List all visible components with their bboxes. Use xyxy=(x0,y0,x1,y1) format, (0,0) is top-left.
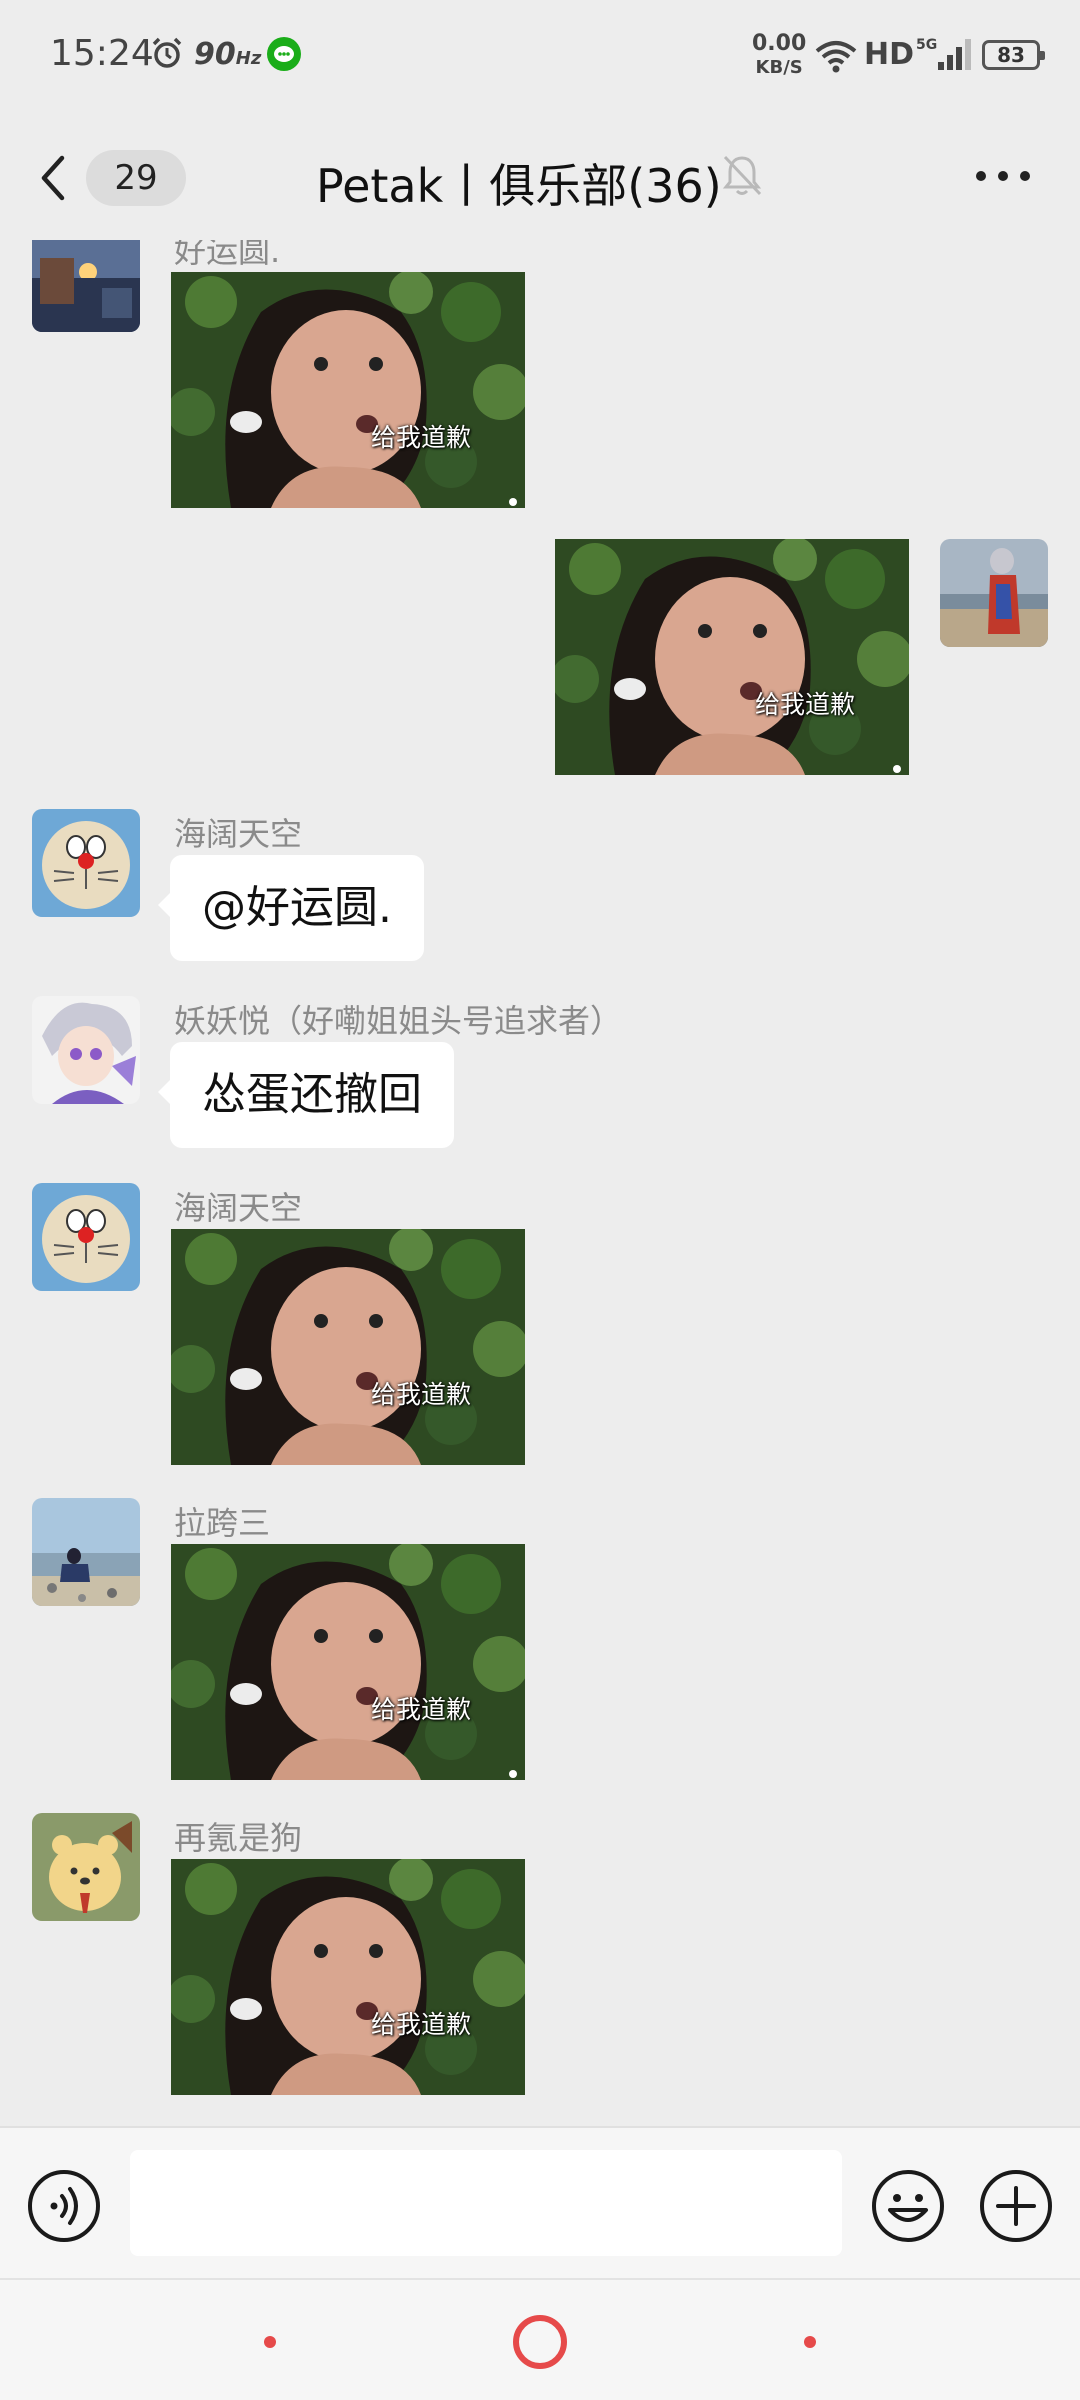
nav-back-button[interactable] xyxy=(804,2336,816,2348)
sender-name: 再氪是狗 xyxy=(174,1819,303,1857)
wechat-notification-icon xyxy=(267,37,301,71)
sticker-caption: 给我道歉 xyxy=(371,2010,472,2039)
sticker-photo xyxy=(171,1544,525,1780)
avatar-doraemon[interactable] xyxy=(32,809,140,917)
anime-avatar-image xyxy=(32,996,140,1104)
message-input[interactable] xyxy=(130,2150,842,2256)
doraemon-avatar-image xyxy=(32,809,140,917)
back-button[interactable]: 29 xyxy=(28,146,186,210)
beach-avatar-image xyxy=(32,1498,140,1606)
avatar-anime[interactable] xyxy=(32,996,140,1104)
more-functions-button[interactable] xyxy=(978,2168,1054,2244)
avatar-self[interactable] xyxy=(940,539,1048,647)
doraemon-avatar-image xyxy=(32,1183,140,1291)
wifi-icon xyxy=(815,41,857,73)
emoji-button[interactable] xyxy=(870,2168,946,2244)
back-arrow-icon xyxy=(41,155,65,201)
avatar-sunset[interactable] xyxy=(32,240,140,332)
avatar-doraemon[interactable] xyxy=(32,1183,140,1291)
battery-icon: 83 xyxy=(982,40,1045,70)
battery-level: 83 xyxy=(997,43,1025,67)
self-avatar-image xyxy=(940,539,1048,647)
signal-icon: 5G xyxy=(916,37,971,70)
sticker-photo xyxy=(171,272,525,508)
sticker-caption: 给我道歉 xyxy=(371,423,472,452)
status-bar: 15:24 90Hz 0.00 KB/S HD 5G 83 xyxy=(0,0,1080,110)
nav-home-button[interactable] xyxy=(513,2315,567,2369)
message-list[interactable]: 好运圆. 给我道歉 给我道歉 海阔天空 @好运圆. 妖妖悦（好嘞姐姐头号追求者）… xyxy=(0,240,1080,2126)
play-dot xyxy=(893,765,901,773)
play-dot xyxy=(509,498,517,506)
sender-name: 拉跨三 xyxy=(174,1504,271,1542)
sticker-photo xyxy=(555,539,909,775)
net-speed: 0.00 KB/S xyxy=(752,31,807,79)
bear-avatar-image xyxy=(32,1813,140,1921)
sticker-image[interactable]: 给我道歉 xyxy=(171,272,525,508)
chat-title: Petak丨俱乐部(36) xyxy=(316,159,722,213)
alarm-icon xyxy=(152,37,182,68)
sticker-image[interactable]: 给我道歉 xyxy=(171,1544,525,1780)
sticker-photo xyxy=(171,1859,525,2095)
play-dot xyxy=(509,1770,517,1778)
sticker-image[interactable]: 给我道歉 xyxy=(171,1859,525,2095)
network-type: 5G xyxy=(916,37,937,53)
text-bubble[interactable]: 怂蛋还撤回 xyxy=(158,1042,454,1148)
sticker-photo xyxy=(171,1229,525,1465)
sender-name: 海阔天空 xyxy=(174,1189,303,1227)
sticker-caption: 给我道歉 xyxy=(371,1695,472,1724)
sender-name: 海阔天空 xyxy=(174,815,303,853)
status-time: 15:24 xyxy=(50,33,154,74)
network-hd-label: HD xyxy=(864,37,915,72)
refresh-rate: 90Hz xyxy=(194,37,262,72)
sticker-image[interactable]: 给我道歉 xyxy=(555,539,909,775)
mute-bell-icon xyxy=(722,155,762,196)
sticker-caption: 给我道歉 xyxy=(371,1380,472,1409)
avatar-bear[interactable] xyxy=(32,1813,140,1921)
input-bar xyxy=(0,2126,1080,2278)
sunset-avatar-image xyxy=(32,240,140,332)
nav-menu-button[interactable] xyxy=(264,2336,276,2348)
chat-header: 29 Petak丨俱乐部(36) xyxy=(0,110,1080,240)
sender-name: 好运圆. xyxy=(174,240,281,270)
voice-input-button[interactable] xyxy=(26,2168,102,2244)
unread-count-badge: 29 xyxy=(86,150,186,206)
system-navigation-bar xyxy=(0,2278,1080,2400)
text-bubble[interactable]: @好运圆. xyxy=(158,855,424,961)
sticker-caption: 给我道歉 xyxy=(755,690,856,719)
sender-name: 妖妖悦（好嘞姐姐头号追求者） xyxy=(174,1002,623,1040)
more-options-button[interactable] xyxy=(968,154,1038,198)
sticker-image[interactable]: 给我道歉 xyxy=(171,1229,525,1465)
avatar-beach[interactable] xyxy=(32,1498,140,1606)
